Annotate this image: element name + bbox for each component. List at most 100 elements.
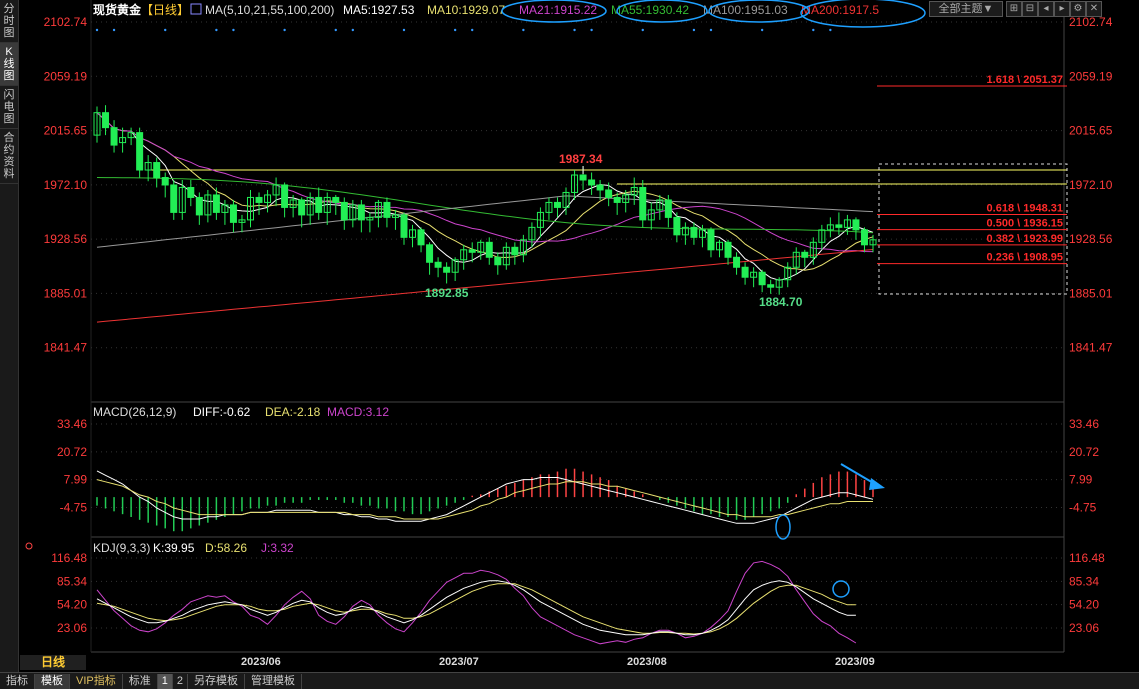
y-tick-label-left: 2102.74 bbox=[44, 15, 88, 29]
candle-body bbox=[733, 256, 741, 268]
y-tick-label-left: 1928.56 bbox=[44, 232, 88, 246]
annotation-ellipse bbox=[775, 514, 791, 540]
signal-dot bbox=[692, 28, 696, 32]
y-tick-label-right: 54.20 bbox=[1069, 598, 1099, 612]
candle-body bbox=[357, 204, 365, 221]
y-tick-label-left: 2015.65 bbox=[44, 124, 88, 138]
macd-legend: MACD(26,12,9) bbox=[93, 405, 176, 419]
candle-body bbox=[383, 201, 391, 218]
y-tick-label-right: 33.46 bbox=[1069, 417, 1099, 431]
signal-dot bbox=[351, 28, 355, 32]
candle-body bbox=[281, 184, 289, 208]
left-view-tabs: 分时图 K线图 闪电图 合约资料 bbox=[0, 0, 19, 672]
bottom-tab-7[interactable]: 管理模板 bbox=[245, 673, 302, 689]
bottom-tab-5[interactable]: 2 bbox=[173, 673, 188, 689]
zoom-out-icon[interactable]: ⊟ bbox=[1022, 1, 1038, 17]
candle-body bbox=[153, 162, 161, 179]
y-tick-label-left: 33.46 bbox=[57, 417, 87, 431]
signal-dot bbox=[402, 28, 406, 32]
signal-dot bbox=[709, 28, 713, 32]
topic-dropdown-button[interactable]: 全部主题▼ bbox=[929, 1, 1003, 17]
candle-body bbox=[187, 186, 195, 198]
bottom-tab-2[interactable]: VIP指标 bbox=[70, 673, 123, 689]
bottom-tab-1[interactable]: 模板 bbox=[35, 673, 70, 689]
candle-body bbox=[741, 266, 749, 278]
signal-dot bbox=[471, 28, 474, 32]
candle-body bbox=[767, 284, 775, 288]
ma200-line bbox=[96, 249, 874, 323]
signal-dot bbox=[590, 28, 593, 32]
period-tag: 【日线】 bbox=[141, 3, 189, 17]
low-annotation: 1884.70 bbox=[759, 295, 803, 309]
candle-body bbox=[673, 216, 681, 236]
candle-body bbox=[468, 249, 476, 253]
y-tick-label-left: 1972.10 bbox=[44, 178, 88, 192]
legend-ma: MA21:1915.22 bbox=[519, 3, 597, 17]
y-tick-label-left: 116.48 bbox=[51, 551, 87, 565]
kdj-legend: K:39.95 bbox=[153, 541, 195, 555]
y-tick-label-right: -4.75 bbox=[1069, 501, 1097, 515]
bottom-tab-4[interactable]: 1 bbox=[157, 673, 173, 689]
signal-dot bbox=[760, 28, 764, 32]
candle-body bbox=[417, 229, 425, 246]
annotation-circle bbox=[832, 580, 850, 598]
y-tick-label-left: 23.06 bbox=[57, 621, 87, 635]
signal-dot bbox=[829, 28, 832, 32]
candle-body bbox=[801, 251, 809, 258]
candle-body bbox=[485, 241, 493, 258]
y-tick-label-left: -4.75 bbox=[60, 501, 88, 515]
x-tick-label: 2023/07 bbox=[439, 656, 479, 668]
y-tick-label-left: 7.99 bbox=[64, 473, 88, 487]
candle-body bbox=[579, 174, 587, 181]
legend-icon bbox=[190, 3, 202, 15]
left-tab-1[interactable]: K线图 bbox=[0, 43, 18, 86]
chart-title: 现货黄金 bbox=[93, 2, 142, 17]
legend-ma: MA5:1927.53 bbox=[343, 3, 415, 17]
macd-legend: DEA:-2.18 bbox=[265, 405, 321, 419]
signal-dot bbox=[283, 28, 286, 32]
scroll-right-icon[interactable]: ▸ bbox=[1054, 1, 1070, 17]
zoom-in-icon[interactable]: ⊞ bbox=[1006, 1, 1022, 17]
y-tick-label-left: 1841.47 bbox=[44, 341, 88, 355]
y-tick-label-right: 20.72 bbox=[1069, 445, 1099, 459]
candle-body bbox=[195, 196, 203, 216]
period-label[interactable]: 日线 bbox=[20, 655, 86, 670]
candle-body bbox=[511, 246, 519, 256]
y-tick-label-right: 2059.19 bbox=[1069, 69, 1113, 83]
left-tab-2[interactable]: 闪电图 bbox=[0, 86, 18, 129]
signal-dot bbox=[573, 28, 576, 32]
ma10-line bbox=[96, 112, 874, 271]
kdj-legend: KDJ(9,3,3) bbox=[93, 541, 150, 555]
bottom-tab-3[interactable]: 标准 bbox=[123, 673, 158, 689]
candle-body bbox=[605, 189, 613, 198]
bottom-tab-0[interactable]: 指标 bbox=[0, 673, 35, 689]
signal-dot bbox=[641, 28, 644, 32]
candle-body bbox=[707, 229, 715, 251]
candle-body bbox=[298, 199, 306, 216]
scroll-left-icon[interactable]: ◂ bbox=[1038, 1, 1054, 17]
x-tick-label: 2023/06 bbox=[241, 656, 281, 668]
candle-body bbox=[340, 201, 348, 221]
candle-body bbox=[494, 256, 502, 266]
kdj-legend: J:3.32 bbox=[261, 541, 294, 555]
signal-dot bbox=[164, 28, 167, 32]
candle-body bbox=[639, 186, 647, 221]
bottom-tab-6[interactable]: 另存模板 bbox=[188, 673, 245, 689]
chart-area[interactable]: 2102.74 2102.74 2059.19 2059.19 2015.65 2015.… bbox=[19, 0, 1139, 672]
legend-ma: MA(5,10,21,55,100,200) bbox=[205, 3, 334, 17]
y-tick-label-left: 2059.19 bbox=[44, 69, 88, 83]
high-annotation: 1987.34 bbox=[559, 152, 603, 166]
candle-body bbox=[443, 266, 451, 273]
fib-label: 1.618 \ 2051.37 bbox=[987, 74, 1063, 86]
candle-body bbox=[613, 196, 621, 203]
close-icon[interactable]: ✕ bbox=[1086, 1, 1102, 17]
candle-body bbox=[110, 127, 118, 146]
candle-body bbox=[664, 199, 672, 218]
left-tab-3[interactable]: 合约资料 bbox=[0, 129, 18, 184]
y-tick-label-right: 2102.74 bbox=[1069, 15, 1113, 29]
fib-label: 0.500 \ 1936.15 bbox=[987, 218, 1063, 230]
left-tab-0[interactable]: 分时图 bbox=[0, 0, 18, 43]
settings-icon[interactable]: ⚙ bbox=[1070, 1, 1086, 17]
candle-body bbox=[255, 196, 263, 203]
macd-legend: MACD:3.12 bbox=[327, 405, 389, 419]
